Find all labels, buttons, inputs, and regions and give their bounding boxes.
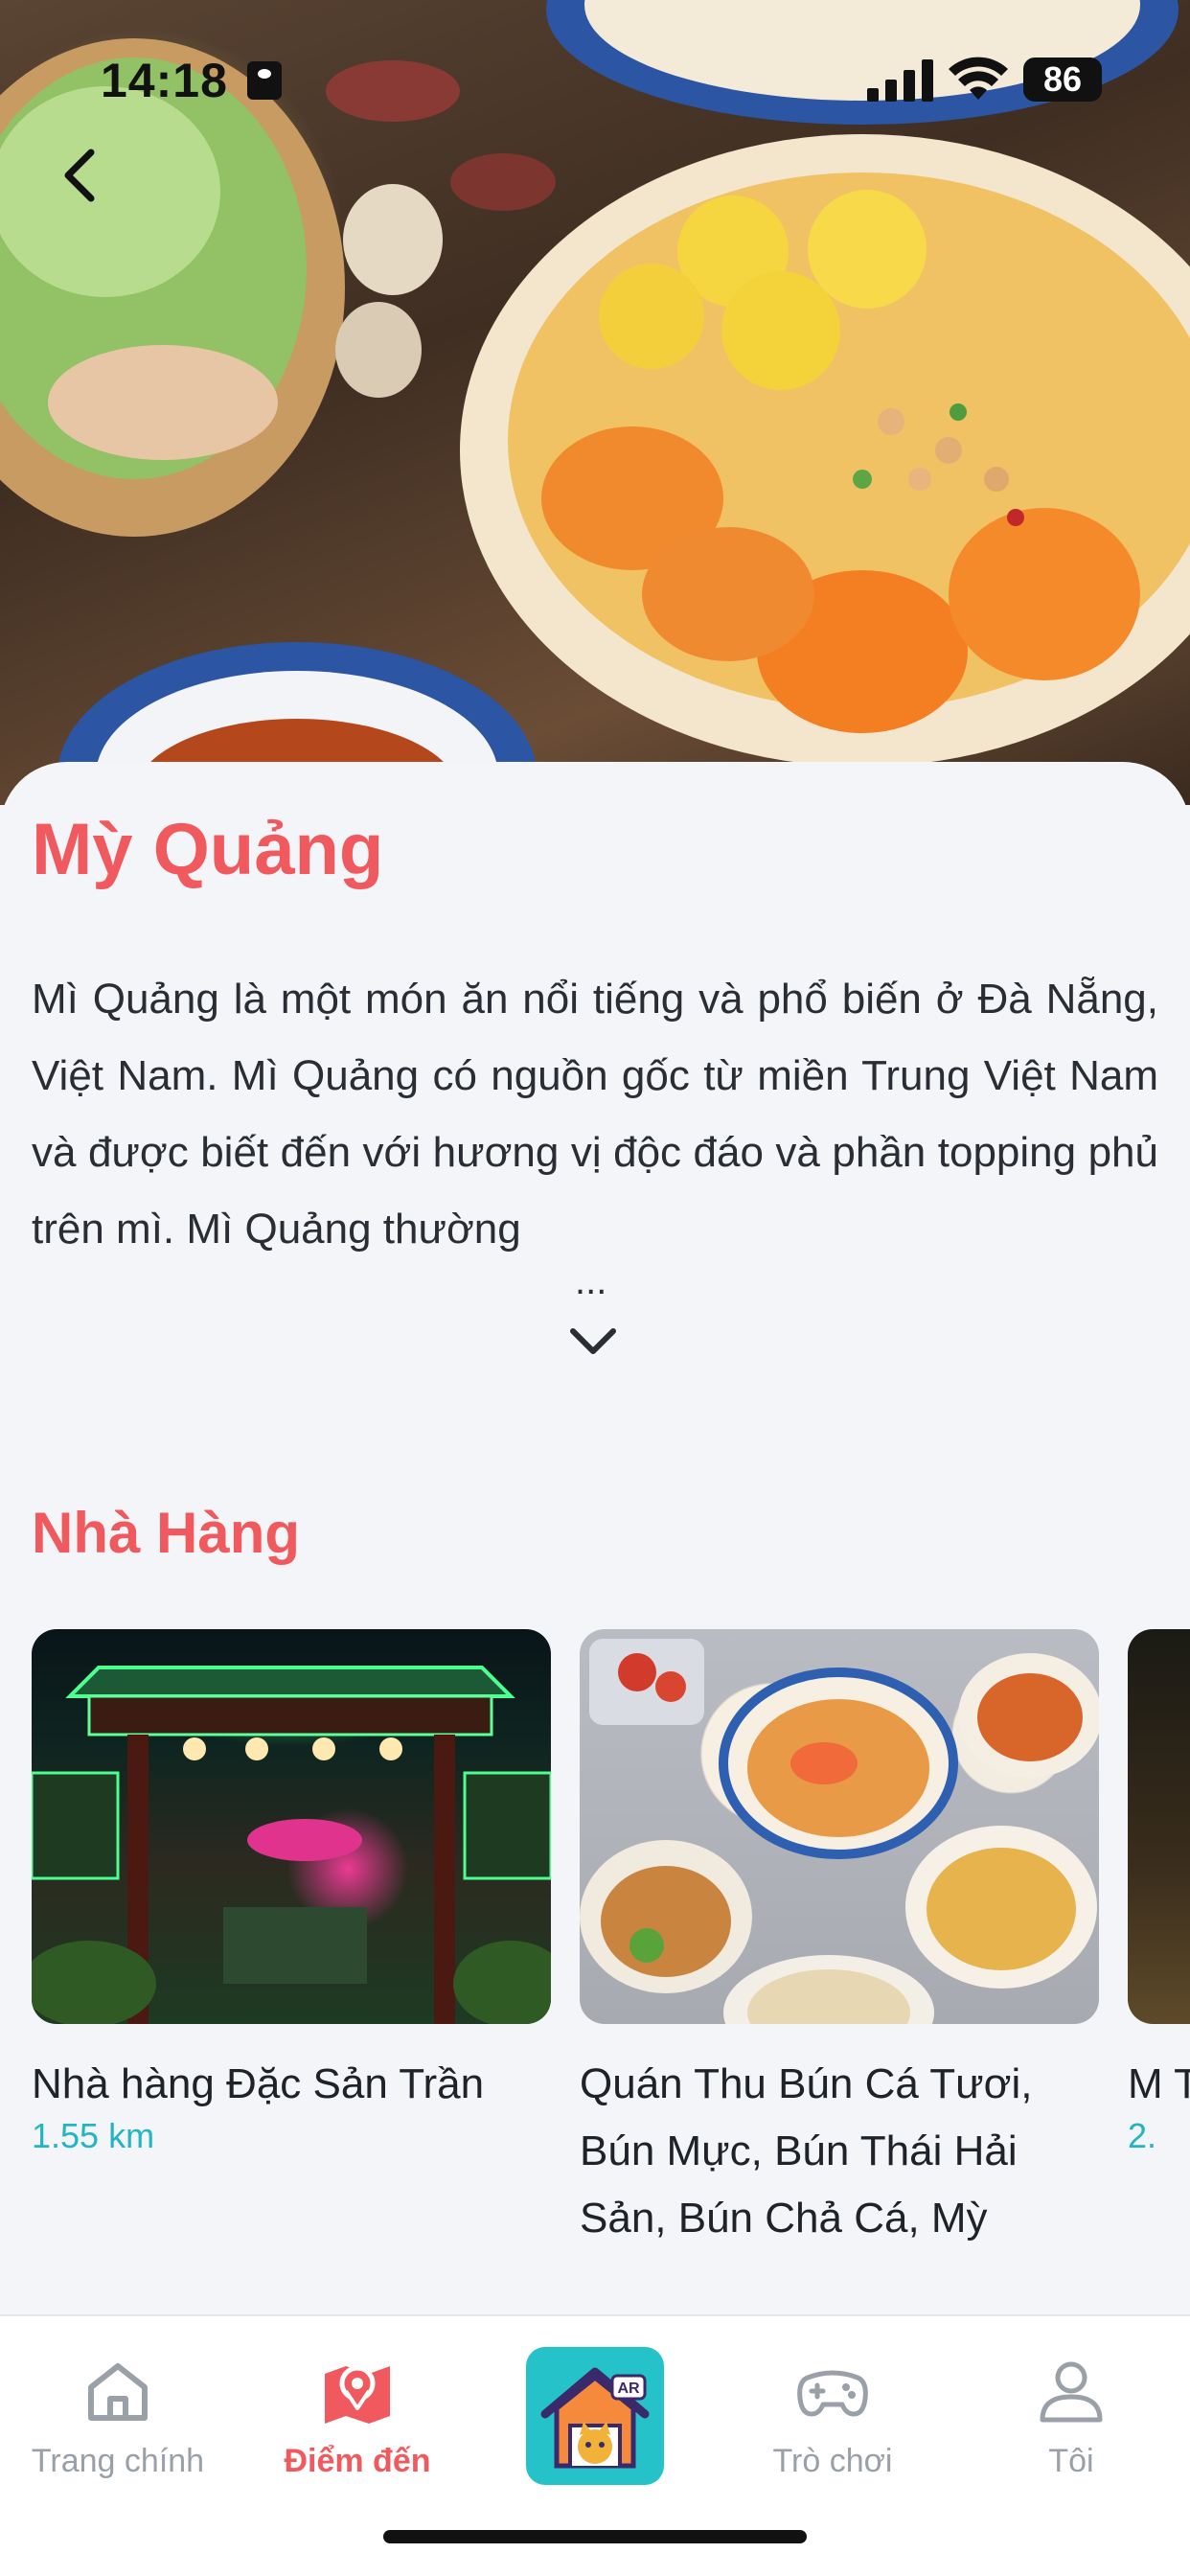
restaurant-name: M T [1128,2060,1190,2107]
tab-label: Điểm đến [284,2443,431,2479]
ar-badge: AR [617,2380,640,2397]
user-icon [1040,2361,1103,2423]
restaurant-name: Nhà hàng Đặc Sản Trần [32,2060,485,2107]
status-time: 14:18 [101,54,228,107]
cellular-signal-icon [867,59,933,102]
chevron-left-icon [64,149,95,202]
tab-profile[interactable]: Tôi [966,2353,1177,2480]
restaurant-gate-illustration [32,1666,551,2024]
status-bar: 14:18 86 [0,0,1190,144]
restaurant-image [580,1629,1099,2024]
restaurant-card[interactable]: Nhà hàng Đặc Sản Trần 1.55 km [32,1629,551,2156]
wifi-icon [949,57,1008,100]
back-button[interactable] [46,142,113,209]
dish-title: Mỳ Quảng [32,809,384,890]
home-icon [88,2363,148,2421]
restaurant-distance: 2. [1128,2116,1157,2155]
restaurant-name: Quán Thu Bún Cá Tươi, Bún Mực, Bún Thái … [580,2060,1033,2242]
restaurant-image [32,1629,551,2024]
restaurants-section-title: Nhà Hàng [32,1501,301,1565]
ar-cat-house-icon: AR [540,2367,650,2469]
tab-label: Tôi [1048,2443,1094,2479]
tab-destinations[interactable]: Điểm đến [252,2353,463,2480]
tab-label: Trò chơi [772,2443,893,2479]
restaurant-distance: 1.55 km [32,2116,155,2155]
tab-label: Trang chính [31,2443,205,2479]
expand-description-button[interactable] [561,1318,625,1366]
detail-sheet: Mỳ Quảng Mì Quảng là một món ăn nổi tiến… [0,762,1190,2314]
gamepad-icon [797,2370,868,2417]
restaurant-image [1128,1629,1190,2024]
restaurant-card[interactable]: M T 2. [1128,1629,1190,2156]
dish-description: Mì Quảng là một món ăn nổi tiếng và phổ … [32,976,1158,1253]
noodle-bowls-illustration [580,1639,1099,2024]
tab-home[interactable]: Trang chính [12,2353,223,2480]
restaurant-card[interactable]: Quán Thu Bún Cá Tươi, Bún Mực, Bún Thái … [580,1629,1099,2252]
hero-food-image: 14:18 86 [0,0,1190,805]
contact-card-icon [247,61,282,100]
battery-indicator: 86 [1023,58,1102,102]
home-indicator [383,2530,807,2543]
map-pin-icon [325,2365,390,2424]
description-ellipsis: ... [575,1260,607,1302]
chevron-down-icon [570,1328,616,1354]
ar-camera-button[interactable]: AR [526,2347,664,2485]
tab-games[interactable]: Trò chơi [727,2353,938,2480]
